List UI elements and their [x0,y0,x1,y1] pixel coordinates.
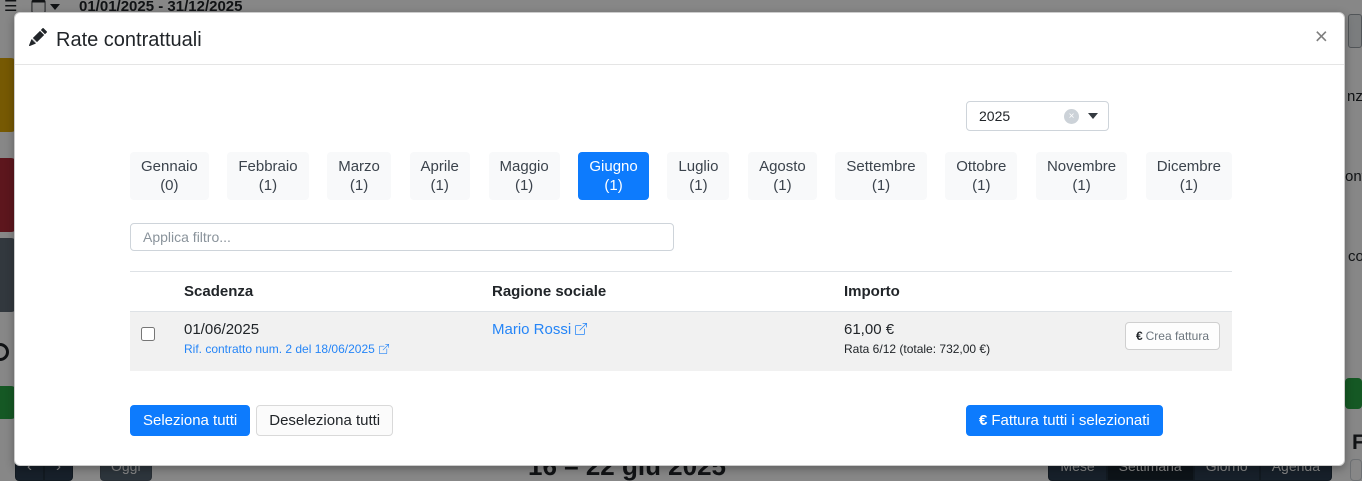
euro-icon: € [1136,329,1143,343]
month-button-dicembre[interactable]: Dicembre(1) [1146,152,1232,200]
external-link-icon [575,322,587,339]
month-button-novembre[interactable]: Novembre(1) [1036,152,1127,200]
close-icon[interactable]: × [1315,25,1328,48]
table-row: 01/06/2025 Rif. contratto num. 2 del 18/… [130,312,1232,371]
external-link-icon [379,343,389,357]
euro-icon: € [979,412,987,429]
month-button-gennaio[interactable]: Gennaio(0) [130,152,209,200]
scadenza-cell: 01/06/2025 Rif. contratto num. 2 del 18/… [184,312,492,371]
pencil-icon [29,28,47,52]
ragione-sociale-cell: Mario Rossi [492,312,844,371]
year-select-value: 2025 [979,108,1064,124]
header-importo: Importo [844,283,1232,300]
month-button-febbraio[interactable]: Febbraio(1) [227,152,308,200]
modal-title-text: Rate contrattuali [56,29,202,52]
month-button-aprile[interactable]: Aprile(1) [410,152,470,200]
month-buttons: Gennaio(0) Febbraio(1) Marzo(1) Aprile(1… [130,152,1232,200]
row-checkbox-cell [130,312,184,371]
year-select[interactable]: 2025 × [966,101,1109,131]
month-button-ottobre[interactable]: Ottobre(1) [945,152,1017,200]
deselect-all-button[interactable]: Deseleziona tutti [256,405,393,436]
invoice-selected-button[interactable]: €Fattura tutti i selezionati [966,405,1163,436]
month-button-settembre[interactable]: Settembre(1) [835,152,926,200]
crea-fattura-button[interactable]: €Crea fattura [1125,322,1220,350]
rate-contrattuali-modal: Rate contrattuali × 2025 × Gennaio(0) Fe… [14,12,1345,466]
importo-cell: 61,00 € Rata 6/12 (totale: 732,00 €) €Cr… [844,312,1232,371]
month-button-giugno[interactable]: Giugno(1) [578,152,648,200]
footer-right-actions: €Fattura tutti i selezionati [966,405,1163,436]
caret-down-icon [1088,113,1098,119]
month-button-agosto[interactable]: Agosto(1) [748,152,817,200]
table-header-row: Scadenza Ragione sociale Importo [130,271,1232,312]
customer-link[interactable]: Mario Rossi [492,321,571,338]
modal-title: Rate contrattuali [29,28,202,52]
footer-left-actions: Seleziona tutti Deseleziona tutti [130,405,393,436]
installments-table: Scadenza Ragione sociale Importo 01/06/2… [130,271,1232,371]
modal-header: Rate contrattuali × [15,13,1344,65]
contract-ref-line: Rif. contratto num. 2 del 18/06/2025 [184,342,492,357]
filter-input[interactable] [130,223,674,251]
scadenza-date: 01/06/2025 [184,321,259,338]
month-button-marzo[interactable]: Marzo(1) [327,152,391,200]
importo-amount: 61,00 € [844,321,894,338]
month-button-luglio[interactable]: Luglio(1) [667,152,729,200]
clear-icon[interactable]: × [1064,109,1079,124]
contract-ref-link[interactable]: Rif. contratto num. 2 del 18/06/2025 [184,342,375,356]
row-checkbox[interactable] [141,327,155,341]
select-all-button[interactable]: Seleziona tutti [130,405,250,436]
header-scadenza: Scadenza [184,283,492,300]
month-button-maggio[interactable]: Maggio(1) [489,152,560,200]
header-ragione-sociale: Ragione sociale [492,283,844,300]
